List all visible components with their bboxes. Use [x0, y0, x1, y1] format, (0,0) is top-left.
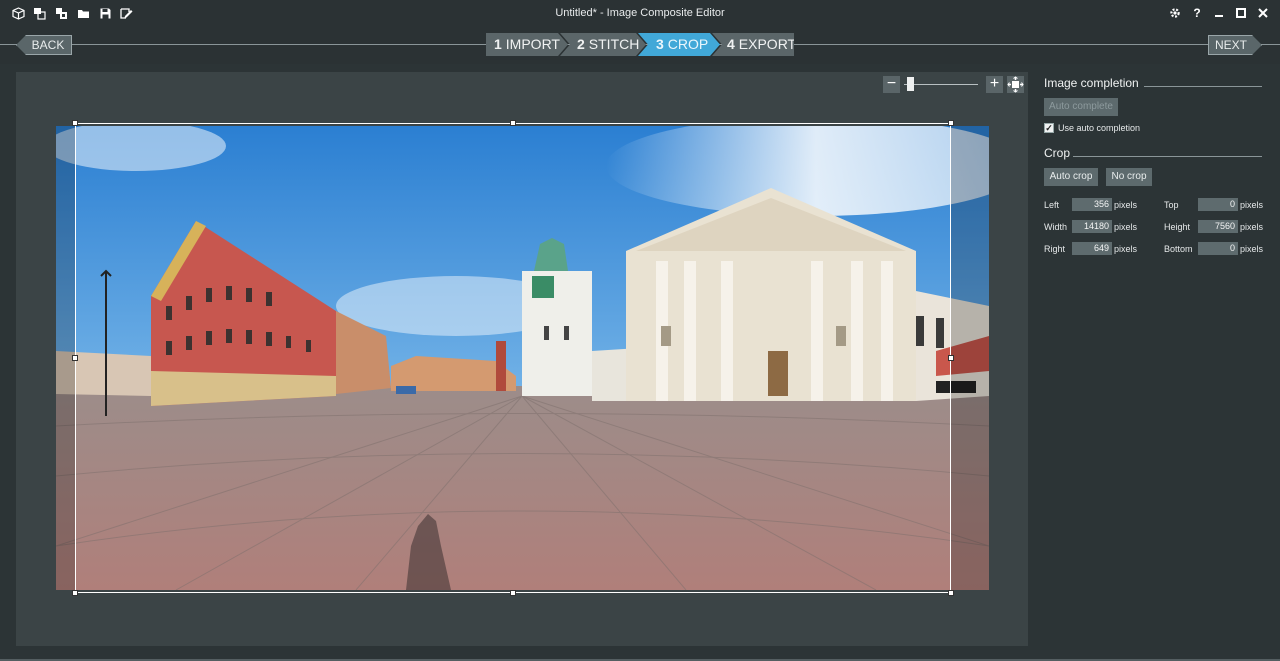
auto-crop-button[interactable]: Auto crop — [1044, 168, 1098, 186]
minimize-icon[interactable] — [1211, 5, 1227, 21]
step-stitch[interactable]: 2 STITCH — [560, 33, 646, 56]
crop-handle-bottom[interactable] — [510, 590, 516, 596]
crop-handle-top[interactable] — [510, 120, 516, 126]
step-number: 1 — [494, 36, 502, 52]
step-number: 4 — [727, 36, 735, 52]
height-unit: pixels — [1240, 222, 1264, 232]
step-label: EXPORT — [738, 36, 797, 52]
top-field[interactable]: 0 — [1198, 198, 1238, 211]
step-number: 2 — [577, 36, 585, 52]
crop-frame[interactable] — [75, 123, 951, 593]
no-crop-button[interactable]: No crop — [1106, 168, 1152, 186]
top-unit: pixels — [1240, 200, 1264, 210]
crop-handle-top-right[interactable] — [948, 120, 954, 126]
crop-section-rule — [1073, 156, 1262, 157]
zoom-fit-icon[interactable] — [1007, 76, 1024, 93]
help-icon[interactable]: ? — [1189, 5, 1205, 21]
crop-handle-right[interactable] — [948, 355, 954, 361]
left-field[interactable]: 356 — [1072, 198, 1112, 211]
top-label: Top — [1164, 200, 1179, 210]
maximize-icon[interactable] — [1233, 5, 1249, 21]
step-label: IMPORT — [505, 36, 560, 52]
zoom-slider[interactable] — [904, 84, 978, 85]
left-label: Left — [1044, 200, 1060, 210]
step-label: CROP — [667, 36, 709, 52]
settings-icon[interactable] — [1167, 5, 1183, 21]
height-field[interactable]: 7560 — [1198, 220, 1238, 233]
use-auto-completion-label[interactable]: Use auto completion — [1058, 123, 1140, 133]
step-crop[interactable]: 3 CROP — [638, 33, 720, 56]
auto-complete-button[interactable]: Auto complete — [1044, 98, 1118, 116]
step-number: 3 — [656, 36, 664, 52]
zoom-out-button[interactable]: − — [883, 76, 900, 93]
right-field[interactable]: 649 — [1072, 242, 1112, 255]
next-button[interactable]: NEXT — [1208, 35, 1262, 55]
crop-handle-bottom-left[interactable] — [72, 590, 78, 596]
title-bar: Untitled* - Image Composite Editor ? — [0, 0, 1280, 28]
step-label: STITCH — [588, 36, 640, 52]
image-completion-title: Image completion — [1044, 76, 1139, 90]
crop-section-title: Crop — [1044, 146, 1071, 160]
zoom-slider-thumb[interactable] — [907, 77, 915, 91]
height-label: Height — [1164, 222, 1191, 232]
zoom-in-button[interactable]: + — [986, 76, 1003, 93]
right-unit: pixels — [1114, 244, 1138, 254]
crop-handle-top-left[interactable] — [72, 120, 78, 126]
width-field[interactable]: 14180 — [1072, 220, 1112, 233]
crop-handle-bottom-right[interactable] — [948, 590, 954, 596]
window-title: Untitled* - Image Composite Editor — [555, 7, 725, 19]
width-unit: pixels — [1114, 222, 1138, 232]
close-icon[interactable] — [1255, 5, 1271, 21]
width-label: Width — [1044, 222, 1068, 232]
crop-shade-right — [951, 126, 989, 590]
step-import[interactable]: 1 IMPORT — [486, 33, 568, 56]
crop-handle-left[interactable] — [72, 355, 78, 361]
bottom-unit: pixels — [1240, 244, 1264, 254]
options-panel — [1030, 72, 1280, 661]
image-completion-rule — [1144, 86, 1262, 87]
step-export[interactable]: 4 EXPORT — [712, 33, 794, 56]
use-auto-completion-checkbox[interactable]: ✓ — [1044, 123, 1054, 133]
right-label: Right — [1044, 244, 1066, 254]
bottom-label: Bottom — [1164, 244, 1193, 254]
left-unit: pixels — [1114, 200, 1138, 210]
back-button[interactable]: BACK — [16, 35, 72, 55]
bottom-field[interactable]: 0 — [1198, 242, 1238, 255]
